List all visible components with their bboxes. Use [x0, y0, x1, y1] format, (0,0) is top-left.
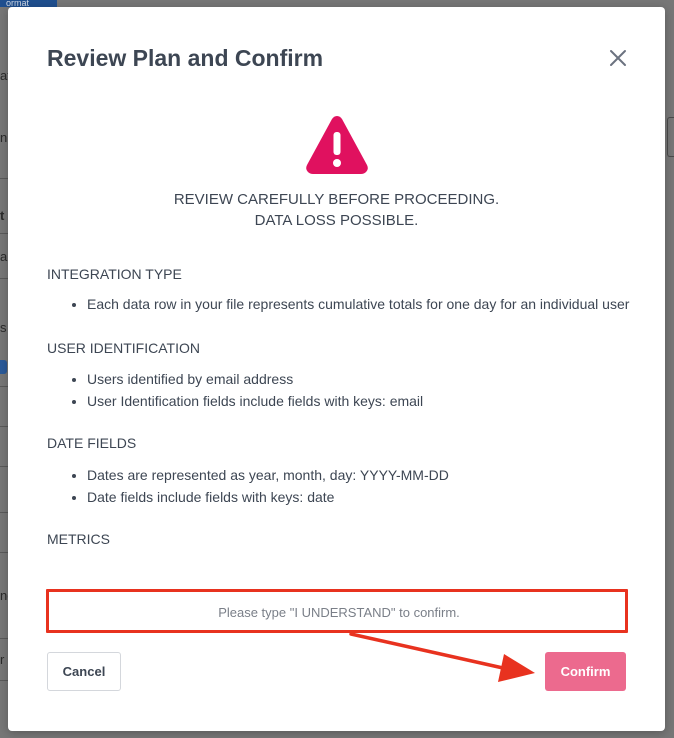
user-identification-list: Users identified by email address User I… — [47, 368, 423, 412]
review-plan-modal: Review Plan and Confirm REVIEW CAREFULLY… — [8, 7, 665, 731]
background-text-fragment: t — [0, 208, 5, 223]
background-divider — [0, 512, 8, 513]
close-icon — [610, 50, 626, 66]
integration-type-list: Each data row in your file represents cu… — [47, 293, 629, 315]
background-divider — [0, 426, 8, 427]
background-divider — [0, 278, 8, 279]
date-fields-list: Dates are represented as year, month, da… — [47, 464, 449, 508]
list-item: Dates are represented as year, month, da… — [87, 464, 449, 486]
confirm-text-input[interactable] — [49, 592, 629, 632]
background-divider — [0, 466, 8, 467]
list-item: User Identification fields include field… — [87, 390, 423, 412]
background-divider — [0, 680, 8, 681]
background-help-icon — [0, 360, 7, 374]
list-item: Date fields include fields with keys: da… — [87, 486, 449, 508]
background-divider — [0, 386, 8, 387]
background-control-edge — [667, 117, 674, 157]
background-divider — [0, 233, 8, 234]
background-divider — [0, 178, 8, 179]
section-heading-user-identification: USER IDENTIFICATION — [47, 340, 200, 356]
cancel-button[interactable]: Cancel — [47, 652, 121, 691]
warning-triangle-icon — [306, 116, 368, 174]
warning-message: REVIEW CAREFULLY BEFORE PROCEEDING. DATA… — [8, 189, 665, 231]
section-heading-date-fields: DATE FIELDS — [47, 435, 137, 451]
background-tab: ormat — [0, 0, 57, 7]
background-divider — [0, 638, 8, 639]
list-item: Each data row in your file represents cu… — [87, 293, 629, 315]
close-button[interactable] — [607, 47, 629, 69]
warning-line: REVIEW CAREFULLY BEFORE PROCEEDING. — [173, 191, 500, 208]
background-text-fragment: n — [0, 130, 8, 145]
background-text-fragment: s — [0, 320, 7, 335]
background-text-fragment: r — [0, 652, 5, 667]
warning-line: DATA LOSS POSSIBLE. — [254, 212, 419, 229]
confirm-field-highlight — [46, 589, 629, 633]
background-divider — [0, 552, 8, 553]
list-item: Users identified by email address — [87, 368, 423, 390]
confirm-button[interactable]: Confirm — [545, 652, 626, 691]
section-heading-integration-type: INTEGRATION TYPE — [47, 266, 182, 282]
section-heading-metrics: METRICS — [47, 531, 110, 547]
modal-title: Review Plan and Confirm — [47, 45, 324, 71]
